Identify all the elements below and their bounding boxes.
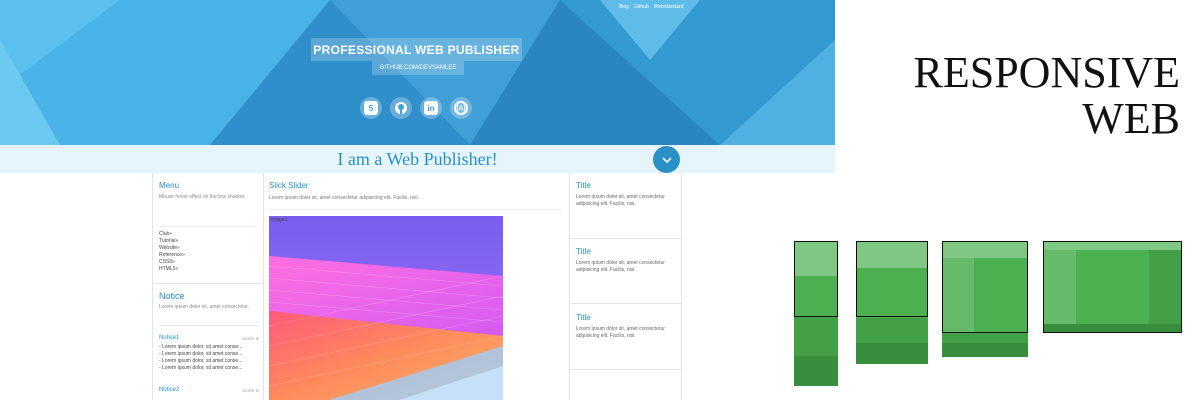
github-url-badge[interactable]: GITHUB.COM/DEVSAMLEE — [372, 61, 464, 75]
card-title: Title — [576, 247, 591, 256]
card-divider — [570, 369, 682, 370]
nav-blog-link[interactable]: Blog — [619, 4, 629, 10]
notice1-item[interactable]: - Lorem ipsum dolor, sit amet conse... — [159, 365, 259, 372]
card-1: Title Lorem ipsum dolor sit, amet consec… — [576, 181, 676, 208]
menu-title: Menu — [159, 181, 180, 190]
nav-github-link[interactable]: Github — [634, 4, 649, 10]
card-description: Lorem ipsum dolor sit, amet consectetur … — [576, 260, 665, 273]
menu-link-reference[interactable]: Reference» — [159, 252, 259, 259]
slider-divider — [269, 209, 561, 210]
notice2-more-button[interactable]: MORE ⊕ — [243, 388, 259, 393]
notice1-title[interactable]: Notice1 — [159, 335, 179, 341]
linkedin-icon[interactable]: in — [420, 97, 442, 119]
intro-banner: I am a Web Publisher! — [0, 145, 835, 173]
notice1-more-button[interactable]: MORE ⊕ — [243, 336, 259, 341]
slider-description: Lorem ipsum dolor sit, amet consectetur … — [269, 195, 420, 201]
notice1-item[interactable]: - Lorem ipsum dolor, sit amet conse... — [159, 358, 259, 365]
card-2: Title Lorem ipsum dolor sit, amet consec… — [576, 247, 676, 274]
card-description: Lorem ipsum dolor sit, amet consectetur … — [576, 326, 665, 339]
chevron-down-icon[interactable] — [653, 146, 680, 173]
card-divider — [570, 303, 682, 304]
menu-link-css3[interactable]: CSS3» — [159, 259, 259, 266]
site-brand-title[interactable]: PROFESSIONAL WEB PUBLISHER — [311, 38, 522, 61]
card-title: Title — [576, 181, 591, 190]
notice-section: Notice Lorem ipsum dolor sit, amet conse… — [159, 291, 259, 311]
card-divider — [570, 238, 682, 239]
notice-divider — [159, 325, 259, 326]
card-description: Lorem ipsum dolor sit, amet consectetur … — [576, 194, 665, 207]
menu-link-html5[interactable]: HTML5» — [159, 266, 259, 273]
left-column: Menu Mouse hover effect on the box shado… — [152, 173, 265, 400]
freecodecamp-icon[interactable]: (∆) — [450, 97, 472, 119]
menu-links: Club» Tutorial» Website» Reference» CSS3… — [159, 226, 259, 273]
notice1-item[interactable]: - Lorem ipsum dolor, sit amet conse... — [159, 344, 259, 351]
card-title: Title — [576, 313, 591, 322]
menu-section: Menu Mouse hover effect on the box shado… — [159, 181, 259, 201]
notice-description: Lorem ipsum dolor sit, amet consectetur. — [159, 304, 250, 310]
slider-title: Slick Slider — [269, 181, 309, 190]
menu-link-tutorial[interactable]: Tutorial» — [159, 238, 259, 245]
website-preview: Blog Github Webstandard PROFESSIONAL WEB… — [0, 0, 835, 400]
notice2-title[interactable]: Notice2 — [159, 387, 179, 393]
html5-icon[interactable]: 5 — [360, 97, 382, 119]
content-area: Menu Mouse hover effect on the box shado… — [152, 173, 682, 400]
github-icon[interactable] — [390, 97, 412, 119]
responsive-web-headline: RESPONSIVE WEB — [850, 48, 1181, 143]
middle-column: Slick Slider Lorem ipsum dolor sit, amet… — [263, 173, 570, 400]
right-column: Title Lorem ipsum dolor sit, amet consec… — [570, 173, 682, 400]
nav-webstandard-link[interactable]: Webstandard — [654, 4, 684, 10]
menu-divider — [153, 283, 265, 284]
notice-card-2: Notice2 MORE ⊕ — [159, 387, 259, 393]
slider-image-alt: image1 — [271, 217, 288, 223]
headline-line-1: RESPONSIVE — [913, 48, 1181, 97]
slider-image[interactable]: image1 — [269, 216, 503, 400]
hero-header: Blog Github Webstandard PROFESSIONAL WEB… — [0, 0, 835, 145]
headline-line-2: WEB — [1082, 94, 1180, 143]
menu-link-club[interactable]: Club» — [159, 231, 259, 238]
intro-banner-text: I am a Web Publisher! — [337, 148, 498, 169]
notice-title: Notice — [159, 291, 185, 301]
card-3: Title Lorem ipsum dolor sit, amet consec… — [576, 313, 676, 340]
top-nav: Blog Github Webstandard — [619, 4, 683, 10]
menu-description: Mouse hover effect on the box shadow — [159, 194, 245, 200]
notice1-item[interactable]: - Lorem ipsum dolor, sit amet conse... — [159, 351, 259, 358]
social-links: 5 in (∆) — [360, 97, 472, 119]
menu-link-website[interactable]: Website» — [159, 245, 259, 252]
notice-card-1: Notice1 MORE ⊕ - Lorem ipsum dolor, sit … — [159, 335, 259, 372]
